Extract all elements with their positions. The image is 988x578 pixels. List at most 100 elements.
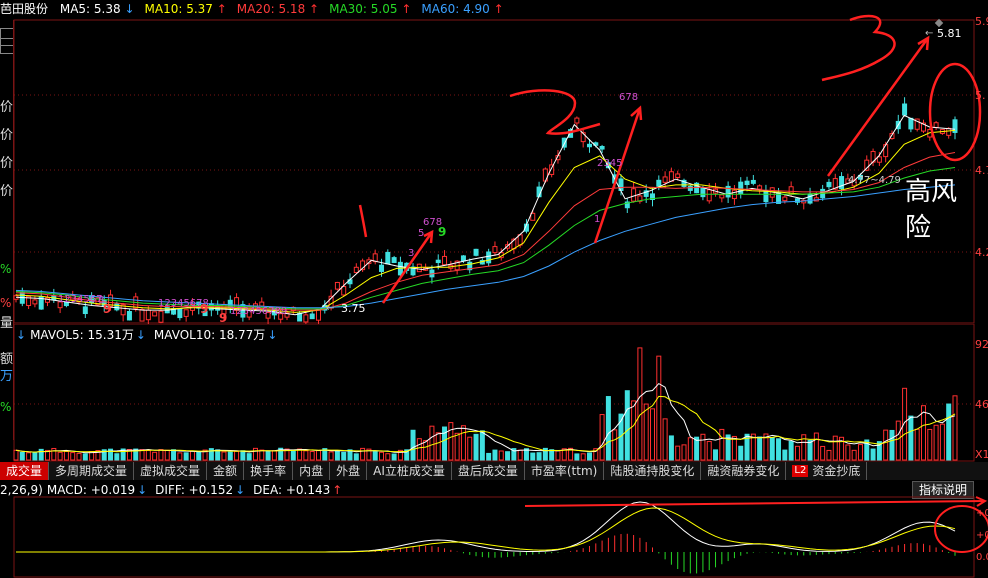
volume-bar [675,445,681,461]
high-risk-text-1: 高风 [905,177,957,207]
candle-body [32,299,38,305]
low-price-label: 3.75 [341,302,366,315]
tab-label: 换手率 [250,464,287,478]
volume-bar [681,444,687,461]
candle-body [303,314,309,323]
volume-bar [246,453,252,461]
candle-body [662,176,668,183]
macd-histogram [242,533,956,574]
range-label: 4.77~4.79 [848,175,901,186]
volume-bar [700,433,706,461]
volume-bar [467,436,473,461]
tab-5[interactable]: 内盘 [293,462,331,480]
volume-bar [26,452,32,461]
volume-bar [650,408,656,461]
volume-bar [668,435,674,461]
volume-bar [385,453,391,461]
volume-bar [379,451,385,461]
tab-label: 虚拟成交量 [140,464,201,478]
countdown-d-9: 9 [438,225,446,239]
tab-label: 资金抄底 [812,464,861,478]
volume-bar [631,400,637,461]
high-price-pointer-icon: ← [925,28,933,39]
hand-number-2 [509,89,601,135]
vol-tick-2: 46 [975,398,988,411]
candle-body [750,179,756,184]
volume-bar [51,447,57,461]
volume-bar [152,451,158,461]
volume-bar [498,450,504,461]
volume-bar [857,444,863,461]
volume-bar [473,433,479,461]
volume-bar [70,452,76,461]
high-risk-text-2: 险 [905,213,931,243]
volume-bar [82,453,88,461]
price-tick-2: 5. [975,89,986,102]
tab-0[interactable]: 成交量 [0,462,50,480]
volume-bar [908,415,914,461]
tab-7[interactable]: AI立桩成交量 [367,462,452,480]
tab-10[interactable]: 陆股通持股变化 [604,462,702,480]
volume-bar [315,450,321,461]
ma-line-ma60 [15,184,956,309]
countdown-d-3: 3 [408,248,414,259]
candle-body [807,193,813,204]
candle-body [757,185,763,190]
vol-tick-3: X1 [975,448,988,461]
candle-body [442,255,448,266]
volume-bar [435,432,441,461]
ma-line-ma5 [15,114,956,316]
volume-bar [605,396,611,461]
tab-2[interactable]: 虚拟成交量 [134,462,208,480]
volume-bar [939,423,945,461]
tab-11[interactable]: 融资融券变化 [701,462,787,480]
volume-bar [19,451,25,461]
macd-chart: +0. +0. 0.0 [13,496,988,578]
price-chart: 5.81 ← 3.75 ← 4.77~4.79 高风 险 1234567 8 9… [13,14,988,324]
volume-bar [530,452,536,461]
volume-bar [416,438,422,461]
candle-body [675,173,681,178]
tab-6[interactable]: 外盘 [330,462,368,480]
volume-bar [738,445,744,461]
dea-line [16,507,956,553]
tab-label: 内盘 [299,464,324,478]
countdown-b-9: 9 [200,302,208,316]
volume-bar [334,450,340,461]
volume-bar [914,428,920,461]
volume-bar [782,449,788,461]
vol-tick-1: 92 [975,338,988,351]
tab-1[interactable]: 多周期成交量 [49,462,135,480]
candle-body [586,143,592,148]
macd-tick-3: 0.0 [976,552,988,563]
volume-bar [114,453,120,461]
volume-bar [360,447,366,461]
stock-chart-window: { "stock": {"name": "芭田股份"}, "ma_legend"… [0,0,988,578]
candle-body [145,309,151,321]
indicator-tabs: 成交量 多周期成交量 虚拟成交量 金额 换手率 内盘 外盘 AI立桩成交量 盘后成交量 市盈率(t… [0,462,988,480]
tab-12[interactable]: L2 资金抄底 [786,462,868,480]
high-price-label: 5.81 [937,27,962,40]
countdown-c: 123456789 [230,306,287,317]
volume-bar [624,390,630,461]
volume-bar [580,453,586,461]
volume-bar [549,449,555,461]
hand-number-3 [821,14,896,82]
volume-bar [454,432,460,461]
tab-label: 陆股通持股变化 [610,464,695,478]
tab-4[interactable]: 换手率 [244,462,294,480]
low-price-pointer-icon: ← [326,303,334,314]
volume-bar [183,452,189,461]
volume-bar [221,451,227,461]
tab-8[interactable]: 盘后成交量 [452,462,525,480]
volume-bar [883,429,889,461]
tab-3[interactable]: 金额 [207,462,245,480]
volume-bar [536,452,542,461]
candle-body [353,266,359,274]
tab-9[interactable]: 市盈率(ttm) [525,462,605,480]
macd-arrow-line [524,500,986,507]
volume-bar [832,435,838,461]
countdown-c-9: 9 [219,311,227,324]
candle-body [492,246,498,254]
volume-bar [171,449,177,461]
